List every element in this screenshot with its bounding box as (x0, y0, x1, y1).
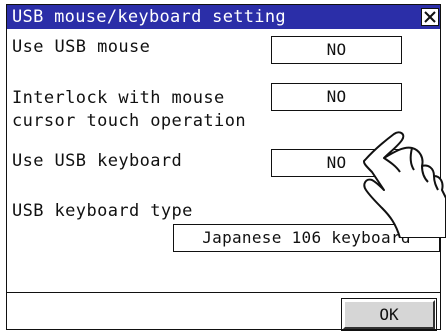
use-usb-keyboard-label: Use USB keyboard (12, 151, 183, 171)
close-button[interactable] (421, 8, 439, 26)
interlock-field[interactable]: NO (271, 83, 402, 111)
use-usb-mouse-field[interactable]: NO (271, 36, 402, 64)
dialog-titlebar: USB mouse/keyboard setting (7, 5, 440, 29)
footer-divider (7, 292, 440, 293)
keyboard-type-field[interactable]: Japanese 106 keyboard (173, 224, 440, 252)
use-usb-keyboard-field[interactable]: NO (271, 149, 402, 177)
dialog-title: USB mouse/keyboard setting (12, 7, 286, 27)
interlock-label-line1: Interlock with mouse (12, 88, 225, 108)
use-usb-mouse-label: Use USB mouse (12, 37, 151, 57)
interlock-label-line2: cursor touch operation (12, 111, 246, 131)
close-icon (424, 11, 436, 23)
usb-settings-dialog: USB mouse/keyboard setting Use USB mouse… (6, 4, 441, 331)
ok-button[interactable]: OK (343, 300, 435, 329)
keyboard-type-label: USB keyboard type (12, 201, 193, 221)
